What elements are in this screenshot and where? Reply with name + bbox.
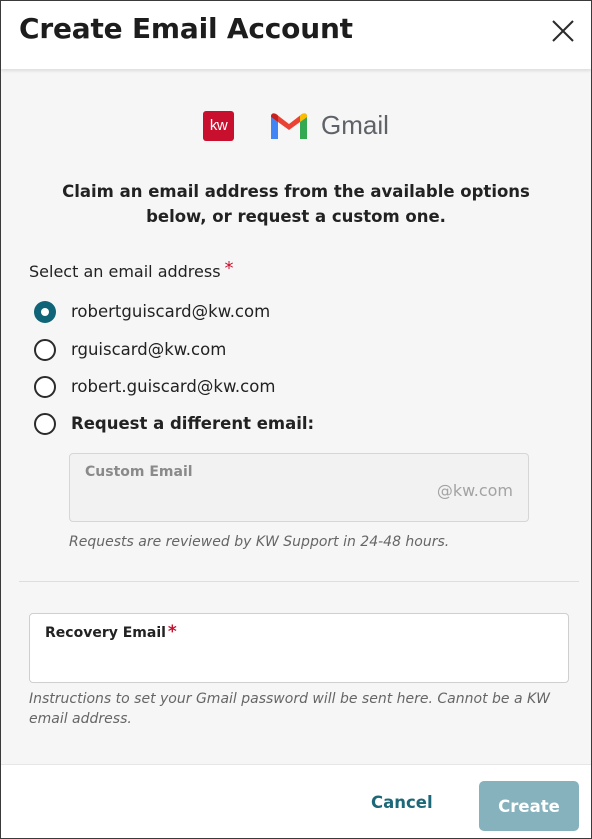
option-label: rguiscard@kw.com (71, 340, 227, 359)
gmail-m-icon (271, 113, 307, 139)
gmail-wordmark: Gmail (321, 110, 389, 140)
radio-button-checked[interactable] (34, 301, 56, 323)
required-star: * (224, 258, 234, 279)
dialog-footer: Cancel Create (1, 764, 591, 838)
recovery-email-label-text: Recovery Email (45, 625, 166, 641)
dialog-header: Create Email Account (1, 1, 591, 69)
option-label: Request a different email: (71, 414, 315, 433)
recovery-email-label: Recovery Email * (45, 622, 177, 645)
radio-button[interactable] (34, 339, 56, 361)
option-label: robert.guiscard@kw.com (71, 377, 276, 396)
custom-email-suffix: @kw.com (436, 481, 513, 500)
brand-logos: kw Gmail (1, 109, 591, 145)
custom-email-label: Custom Email (85, 464, 193, 480)
option-label: robertguiscard@kw.com (71, 302, 271, 321)
close-button[interactable] (549, 17, 577, 45)
required-star: * (167, 622, 177, 642)
recovery-email-helper: Instructions to set your Gmail password … (29, 691, 551, 727)
create-button[interactable]: Create (479, 781, 579, 831)
recovery-email-field[interactable]: Recovery Email * (29, 613, 569, 683)
radio-button[interactable] (34, 413, 56, 435)
radio-button[interactable] (34, 376, 56, 398)
kw-logo-text: kw (209, 117, 228, 134)
kw-logo: kw (203, 111, 234, 141)
cancel-button[interactable]: Cancel (371, 793, 433, 812)
intro-text: Claim an email address from the availabl… (62, 182, 530, 226)
section-divider (19, 581, 579, 582)
create-email-dialog: Create Email Account kw Gmail Claim an e… (0, 0, 592, 839)
custom-email-field[interactable]: Custom Email @kw.com (69, 453, 529, 522)
custom-email-helper: Requests are reviewed by KW Support in 2… (69, 534, 450, 550)
dialog-title: Create Email Account (19, 12, 353, 45)
close-icon (552, 20, 574, 42)
select-email-label-text: Select an email address (29, 262, 221, 281)
select-email-label: Select an email address * (29, 258, 234, 283)
